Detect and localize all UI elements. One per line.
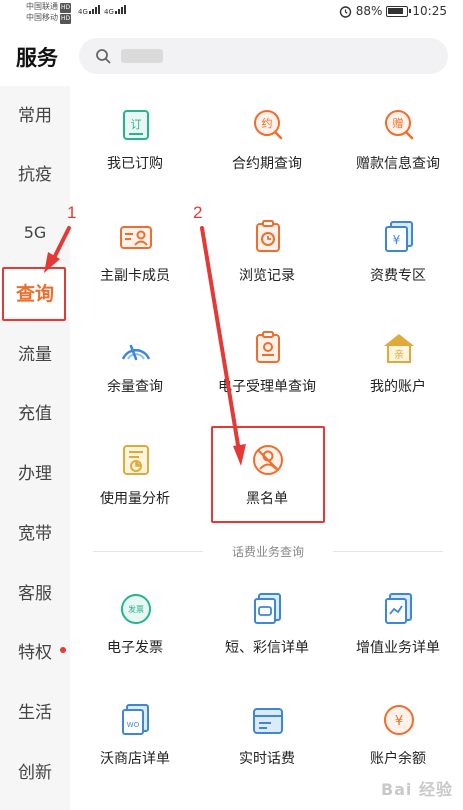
grid-item-wo-store-detail[interactable]: WO 沃商店详单 <box>71 703 199 793</box>
grid-item-e-receipt-query[interactable]: 电子受理单查询 <box>203 331 331 421</box>
annotation-number-1: 1 <box>67 203 77 222</box>
status-right: 88% 10:25 <box>339 4 447 18</box>
grid-item-gift-money[interactable]: 赠 赠款信息查询 <box>334 108 462 198</box>
tariff-icon: ¥ <box>385 221 413 252</box>
search-input[interactable] <box>79 38 448 74</box>
grid-item-card-members[interactable]: 主副卡成员 <box>71 220 199 310</box>
sms-detail-icon <box>254 593 281 624</box>
alarm-icon <box>339 5 351 18</box>
annotation-box-query <box>2 267 66 321</box>
sidebar-item-common[interactable]: 常用 <box>0 88 70 138</box>
svg-text:¥: ¥ <box>393 233 401 247</box>
usage-chart-icon <box>123 445 149 475</box>
sidebar-item-traffic[interactable]: 流量 <box>0 327 70 377</box>
grid-item-label: 使用量分析 <box>100 491 170 507</box>
svg-text:约: 约 <box>262 117 273 130</box>
wo-store-icon: WO <box>122 704 149 735</box>
grid-item-label: 主副卡成员 <box>100 268 170 284</box>
grid-item-label: 电子发票 <box>107 640 163 656</box>
value-added-icon <box>385 593 412 624</box>
grid-item-label: 账户余额 <box>370 751 426 767</box>
contract-icon: 约 <box>254 110 283 140</box>
grid-item-label: 我已订购 <box>107 156 163 172</box>
signal-icon-2: 4G <box>104 5 126 16</box>
svg-text:发票: 发票 <box>128 604 144 614</box>
invoice-icon: 发票 <box>121 594 151 624</box>
grid-item-label: 电子受理单查询 <box>218 379 316 395</box>
signal-icon-1: 4G <box>78 5 100 16</box>
svg-text:订: 订 <box>131 118 142 131</box>
grid-item-label: 增值业务详单 <box>356 640 440 656</box>
grid-item-label: 资费专区 <box>370 268 426 284</box>
carrier-2: 中国移动 HD <box>26 13 72 24</box>
search-icon <box>96 49 111 64</box>
gauge-icon <box>121 344 151 361</box>
annotation-box-blacklist <box>211 426 325 523</box>
page-title: 服务 <box>16 46 58 70</box>
svg-text:亲: 亲 <box>394 348 404 361</box>
sidebar-item-service[interactable]: 客服 <box>0 566 70 616</box>
sidebar-item-antiepidemic[interactable]: 抗疫 <box>0 147 70 197</box>
grid-item-subscribed[interactable]: 订 我已订购 <box>71 108 199 198</box>
grid-item-label: 合约期查询 <box>232 156 302 172</box>
grid-item-label: 实时话费 <box>239 751 295 767</box>
sidebar-item-recharge[interactable]: 充值 <box>0 386 70 436</box>
subscription-icon: 订 <box>123 110 149 140</box>
grid-item-usage-analysis[interactable]: 使用量分析 <box>71 443 199 533</box>
sidebar-item-5g[interactable]: 5G <box>0 207 70 257</box>
grid-item-realtime-fee[interactable]: 实时话费 <box>203 703 331 793</box>
clock-time: 10:25 <box>412 4 447 18</box>
annotation-number-2: 2 <box>193 203 203 222</box>
sidebar-item-broadband[interactable]: 宽带 <box>0 506 70 556</box>
section-title-billing: 话费业务查询 <box>93 543 443 561</box>
sidebar-item-innovation[interactable]: 创新 <box>0 745 70 795</box>
grid-item-my-account[interactable]: 亲 我的账户 <box>334 331 462 421</box>
svg-text:赠: 赠 <box>393 116 404 130</box>
sidebar-item-life[interactable]: 生活 <box>0 685 70 735</box>
grid-item-remaining-query[interactable]: 余量查询 <box>71 331 199 421</box>
battery-icon <box>386 5 412 17</box>
grid-item-sms-detail[interactable]: 短、彩信详单 <box>203 592 331 682</box>
carrier-1: 中国联通 HD <box>26 2 72 13</box>
balance-icon: ¥ <box>384 705 414 735</box>
grid-item-label: 我的账户 <box>370 379 426 395</box>
grid-item-label: 短、彩信详单 <box>225 640 309 656</box>
grid-item-value-added-detail[interactable]: 增值业务详单 <box>334 592 462 682</box>
sidebar: 常用 抗疫 5G 查询 流量 充值 办理 宽带 客服 特权 生活 创新 <box>0 86 70 810</box>
grid-item-label: 赠款信息查询 <box>356 156 440 172</box>
member-card-icon <box>120 226 152 249</box>
realtime-fee-icon <box>253 708 283 734</box>
grid-item-browse-history[interactable]: 浏览记录 <box>203 220 331 310</box>
grid-item-label: 沃商店详单 <box>100 751 170 767</box>
history-clock-icon <box>256 220 280 252</box>
grid-item-tariff-zone[interactable]: ¥ 资费专区 <box>334 220 462 310</box>
svg-text:WO: WO <box>127 721 140 729</box>
search-placeholder-blurred <box>121 49 163 63</box>
grid-item-e-invoice[interactable]: 发票 电子发票 <box>71 592 199 682</box>
grid-item-label: 浏览记录 <box>239 268 295 284</box>
gift-money-icon: 赠 <box>385 110 414 140</box>
receipt-icon <box>256 331 280 363</box>
sidebar-item-privilege[interactable]: 特权 <box>0 625 70 675</box>
battery-percent: 88% <box>355 4 383 18</box>
status-bar: 中国联通 HD 中国移动 HD 4G 4G 88% 10:25 <box>0 0 463 28</box>
watermark: Bai 经验 <box>380 780 453 799</box>
grid-item-contract[interactable]: 约 合约期查询 <box>203 108 331 198</box>
svg-text:¥: ¥ <box>395 714 403 729</box>
house-account-icon: 亲 <box>384 334 414 363</box>
sidebar-item-handle[interactable]: 办理 <box>0 446 70 496</box>
grid-item-label: 余量查询 <box>107 379 163 395</box>
